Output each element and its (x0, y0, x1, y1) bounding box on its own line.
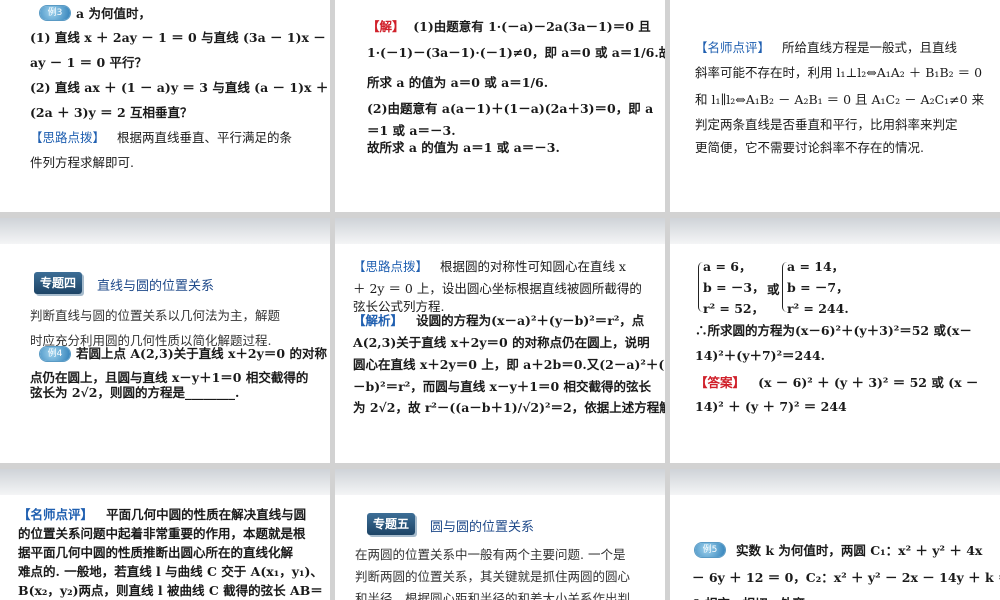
slide-example-3-comment: 【名师点评】 所给直线方程是一般式，且直线 斜率可能不存在时，利用 l₁⊥l₂⇔… (670, 0, 1000, 212)
equation-system: a = 6， b = －3， r² = 52， (703, 259, 765, 316)
example-badge: 例4 (40, 347, 70, 361)
question-line: － 6y ＋ 12 ＝ 0，C₂：x² ＋ y² － 2x － 14y ＋ k … (692, 570, 1000, 585)
solution-line: 所求 a 的值为 a＝0 或 a＝1/6. (367, 75, 549, 90)
or-word: 或 (767, 282, 780, 297)
question-line: 若圆上点 A(2,3)关于直线 x＋2y＝0 的对称 (76, 346, 327, 361)
equation-system: a = 14， b = －7， r² = 244. (787, 259, 849, 316)
slide-example-3-question: 例3 a 为何值时， (1) 直线 x ＋ 2ay － 1 ＝ 0 与直线 (3… (0, 0, 330, 212)
slide-example-3-solution: 【解】 (1)由题意有 1·(－a)－2a(3a－1)＝0 且 1·(－1)－(… (335, 0, 665, 212)
example-badge: 例3 (40, 6, 70, 20)
topic-title: 圆与圆的位置关系 (430, 520, 535, 535)
comment-line: 【名师点评】 所给直线方程是一般式，且直线 (695, 40, 957, 55)
hint-tag: 【思路点拨】 (353, 259, 429, 274)
comment-tag: 【名师点评】 (18, 507, 94, 522)
hint-line: 件列方程求解即可. (30, 155, 134, 170)
result-line: 14)²＋(y＋7)²＝244. (695, 348, 825, 363)
question-line: (2) 直线 ax ＋ (1 － a)y ＝ 3 与直线 (a － 1)x ＋ (30, 80, 329, 95)
question-line: 弦长为 2√2，则圆的方程是________. (30, 385, 240, 400)
topic-intro-line: 判断直线与圆的位置关系以几何法为主，解题 (30, 308, 281, 323)
topic-intro-line: 和半径，根据圆心距和半径的和差大小关系作出判 (355, 591, 631, 600)
question-line: (2a ＋ 3)y ＝ 2 互相垂直？ (30, 105, 193, 120)
question-line: 0 相交、相切、外离. (692, 591, 809, 600)
topic-badge: 专题四 (34, 272, 83, 294)
solution-line: 【解】 (1)由题意有 1·(－a)－2a(3a－1)＝0 且 (367, 19, 651, 34)
question-line: (1) 直线 x ＋ 2ay － 1 ＝ 0 与直线 (3a － 1)x － (30, 30, 326, 45)
solution-tag: 【解】 (367, 19, 405, 34)
topic-title: 直线与圆的位置关系 (97, 279, 215, 294)
comment-line: 斜率可能不存在时，利用 l₁⊥l₂⇔A₁A₂ ＋ B₁B₂ ＝ 0 (695, 65, 983, 80)
question-intro: a 为何值时， (76, 6, 151, 21)
slide-example-5-question: 例5 实数 k 为何值时，两圆 C₁：x² ＋ y² ＋ 4x － 6y ＋ 1… (670, 469, 1000, 600)
hint-text: 根据两直线垂直、平行满足的条 (116, 130, 292, 145)
hint-line: 【思路点拨】 根据两直线垂直、平行满足的条 (30, 125, 292, 150)
answer-line: 【答案】 (x － 6)² ＋ (y ＋ 3)² ＝ 52 或 (x － (695, 375, 979, 390)
solution-line: 1·(－1)－(3a－1)·(－1)≠0，即 a＝0 或 a＝1/6.故 (367, 45, 665, 60)
question-line: ay － 1 ＝ 0 平行？ (30, 55, 148, 70)
comment-tag: 【名师点评】 (695, 40, 771, 55)
solution-line: 故所求 a 的值为 a＝1 或 a＝－3. (367, 140, 560, 155)
result-line: ∴所求圆的方程为(x－6)²＋(y＋3)²＝52 或(x－ (695, 323, 972, 338)
topic-badge: 专题五 (367, 513, 416, 535)
answer-line: 14)² ＋ (y ＋ 7)² ＝ 244 (695, 399, 847, 414)
slide-example-4-solution: 【思路点拨】 根据圆的对称性可知圆心在直线 x ＋ 2y ＝ 0 上，设出圆心坐… (335, 218, 665, 463)
answer-tag: 【答案】 (695, 375, 746, 390)
example-badge: 例5 (695, 543, 725, 557)
comment-line: 更简便，它不需要讨论斜率不存在的情况. (695, 140, 924, 155)
comment-line: 和 l₁∥l₂⇔A₁B₂ － A₂B₁ ＝ 0 且 A₁C₂ － A₂C₁≠0 … (695, 92, 985, 107)
solution-tag: 【解析】 (353, 313, 404, 328)
slide-example-4-comment: 【名师点评】 平面几何中圆的性质在解决直线与圆 的位置关系问题中起着非常重要的作… (0, 469, 330, 600)
question-line: 实数 k 为何值时，两圆 C₁：x² ＋ y² ＋ 4x (736, 543, 983, 558)
comment-line: B(x₂，y₂)两点，则直线 l 被曲线 C 截得的弦长 AB＝ (18, 583, 323, 598)
slide-example-4-answer: a = 6， b = －3， r² = 52， 或 a = 14， b = －7… (670, 218, 1000, 463)
hint-tag: 【思路点拨】 (30, 130, 106, 145)
slide-topic-5: 专题五 圆与圆的位置关系 在两圆的位置关系中一般有两个主要问题. 一个是 判断两… (335, 469, 665, 600)
slide-topic-4: 专题四 直线与圆的位置关系 判断直线与圆的位置关系以几何法为主，解题 时应充分利… (0, 218, 330, 463)
solution-line: 为 2√2，故 r²－((a－b＋1)/√2)²＝2，依据上述方程解得 (353, 400, 665, 415)
comment-line: 判定两条直线是否垂直和平行，比用斜率来判定 (695, 117, 958, 132)
